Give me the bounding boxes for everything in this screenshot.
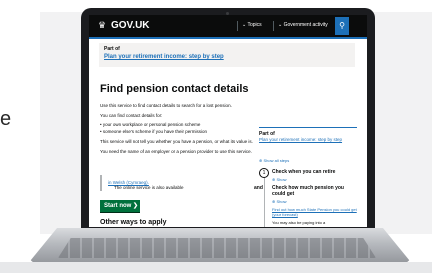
step-and-label: and (254, 185, 263, 191)
steps-line (264, 177, 265, 227)
start-now-button[interactable]: Start now ❯ (100, 200, 140, 212)
floor-shadow (0, 262, 432, 273)
crown-icon: ♛ (98, 20, 107, 30)
topics-menu[interactable]: ⌄ Topics (242, 22, 262, 28)
list-item: • your own workplace or personal pension… (100, 122, 201, 127)
welsh-inset: The online service is also available in … (100, 175, 232, 191)
page-title: Find pension contact details (100, 83, 249, 95)
step-by-step-link[interactable]: Plan your retirement income: step by ste… (104, 54, 224, 60)
step-title[interactable]: Check when you can retire (272, 169, 358, 175)
header-underline (89, 37, 367, 39)
search-icon: ⚲ (339, 21, 345, 30)
part-of-label: Part of (104, 46, 120, 52)
breadcrumb: Part of Plan your retirement income: ste… (99, 43, 355, 67)
sidebar-small-text: You may also be paying into a (272, 220, 326, 225)
govuk-header: ♛ GOV.UK ⌄ Topics ⌄ Government activity … (89, 15, 367, 37)
step-show-button[interactable]: ⊕ Show (272, 199, 286, 204)
list-item: • someone else's scheme if you have thei… (100, 129, 207, 134)
nav-divider (237, 21, 238, 31)
laptop-screen: ♛ GOV.UK ⌄ Topics ⌄ Government activity … (89, 15, 367, 227)
inset-text: The online service is also available in … (108, 180, 184, 190)
info-text: This service will not tell you whether y… (100, 139, 253, 144)
info-text: You need the name of an employer or a pe… (100, 149, 252, 154)
show-all-steps-button[interactable]: ⊕ Show all steps (259, 158, 289, 163)
govuk-logo[interactable]: GOV.UK (111, 20, 150, 31)
background-text: e (0, 108, 12, 130)
other-ways-heading: Other ways to apply (100, 219, 167, 226)
search-button[interactable]: ⚲ (335, 17, 349, 35)
government-activity-menu[interactable]: ⌄ Government activity (278, 22, 328, 28)
list-intro-text: You can find contact details for: (100, 113, 163, 118)
sidebar-divider (259, 127, 357, 128)
state-pension-forecast-link[interactable]: Find out how much State Pension you coul… (272, 207, 358, 217)
step-number: 1 (259, 168, 269, 178)
intro-text: Use this service to find contact details… (100, 103, 232, 108)
laptop-keyboard (58, 238, 376, 258)
sidebar-step-by-step-link[interactable]: Plan your retirement income: step by ste… (259, 137, 357, 143)
step-show-button[interactable]: ⊕ Show (272, 177, 286, 182)
nav-divider (273, 21, 274, 31)
step-title[interactable]: Check how much pension you could get (272, 185, 358, 197)
